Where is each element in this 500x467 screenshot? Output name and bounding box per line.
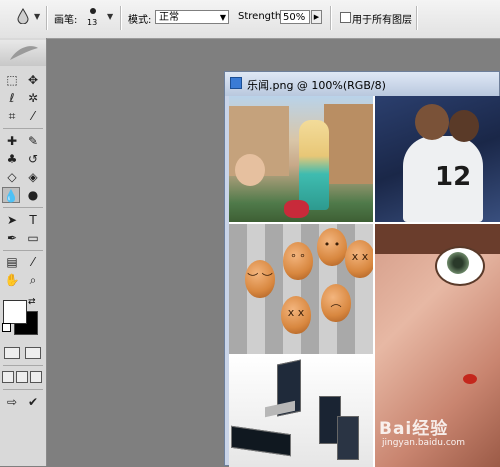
toolbox: ⬚ ✥ ℓ ✲ ⌗ ⁄ ✚ ✎ ♣ ↺ ◇ ◈ 💧 ● ➤ T ✒ ▭ ▤ ⁄ … — [0, 38, 47, 466]
slice-tool-icon[interactable]: ⁄ — [24, 108, 42, 124]
pen-tool-icon[interactable]: ✒ — [3, 230, 21, 246]
zoom-tool-icon[interactable]: ⌕ — [24, 272, 42, 288]
notes-tool-icon[interactable]: ▤ — [3, 254, 21, 270]
jersey-number-graphic: 12 — [435, 162, 472, 192]
eyedropper-icon[interactable]: ⁄ — [24, 254, 42, 270]
document-title-bar[interactable]: 乐闻.png @ 100%(RGB/8) — [225, 72, 499, 96]
image-canvas[interactable]: 12 ︶ ︶ ° ° • • x x x x ︵ Bai经验 jingyan.b… — [229, 96, 500, 467]
divider — [3, 128, 43, 129]
brush-preview-icon[interactable] — [90, 8, 96, 14]
feather-icon — [10, 46, 38, 60]
marquee-tool-icon[interactable]: ⬚ — [3, 72, 21, 88]
egg-shape: x x — [281, 296, 311, 334]
separator — [120, 6, 122, 30]
hair-shape — [375, 224, 500, 254]
divider — [3, 389, 43, 390]
all-layers-label: 用于所有图层 — [352, 15, 412, 26]
document-title: 乐闻.png @ 100%(RGB/8) — [247, 79, 386, 92]
healing-brush-icon[interactable]: ✚ — [3, 133, 21, 149]
swap-colors-icon[interactable]: ⇄ — [28, 297, 36, 307]
separator — [416, 6, 418, 30]
photo-eggs: ︶ ︶ ° ° • • x x x x ︵ — [229, 224, 373, 354]
jump-to-imageready-icon[interactable]: ⇨ — [3, 394, 21, 410]
egg-shape: • • — [317, 228, 347, 266]
brush-tool-icon[interactable]: ✎ — [24, 133, 42, 149]
player-head — [449, 110, 479, 142]
watermark-brand: Bai经验 — [379, 419, 449, 439]
history-brush-icon[interactable]: ↺ — [24, 151, 42, 167]
photoshop-doc-icon — [230, 77, 242, 89]
clone-stamp-icon[interactable]: ♣ — [3, 151, 21, 167]
photo-phones — [229, 356, 373, 467]
egg-shape: ︶ ︶ — [245, 260, 275, 298]
tool-preset-dropdown-icon[interactable]: ▼ — [34, 12, 40, 21]
mode-select[interactable]: 正常 ▼ — [155, 10, 229, 24]
phone-shape — [337, 416, 359, 460]
divider — [3, 207, 43, 208]
lasso-tool-icon[interactable]: ℓ — [3, 90, 21, 106]
toolbox-header[interactable] — [0, 40, 46, 66]
phone-shape — [231, 425, 291, 457]
photo-outdoor-people — [229, 96, 373, 222]
photo-football-players: 12 — [375, 96, 500, 222]
egg-shape: x x — [345, 240, 373, 278]
egg-shape: ° ° — [283, 242, 313, 280]
brush-picker-dropdown-icon[interactable]: ▼ — [107, 12, 113, 21]
smudge-tool-icon[interactable] — [16, 8, 30, 24]
all-layers-checkbox[interactable] — [340, 12, 351, 23]
move-tool-icon[interactable]: ✥ — [24, 72, 42, 88]
standard-mode-button[interactable] — [4, 347, 20, 359]
person-face — [235, 154, 265, 186]
divider — [3, 365, 43, 366]
flowers-shape — [284, 200, 309, 218]
separator — [46, 6, 48, 30]
mode-value: 正常 — [159, 12, 179, 23]
screen-mode-standard-icon[interactable] — [2, 371, 14, 383]
foreground-color-swatch[interactable] — [3, 300, 27, 324]
dodge-tool-icon[interactable]: ● — [24, 187, 42, 203]
eraser-tool-icon[interactable]: ◇ — [3, 169, 21, 185]
screen-mode-full-icon[interactable] — [30, 371, 42, 383]
watermark-url: jingyan.baidu.com — [382, 438, 466, 448]
shape-tool-icon[interactable]: ▭ — [24, 230, 42, 246]
path-selection-icon[interactable]: ➤ — [3, 212, 21, 228]
type-tool-icon[interactable]: T — [24, 212, 42, 228]
strength-label: Strength: — [238, 11, 285, 22]
strength-slider-button[interactable]: ▶ — [311, 10, 322, 24]
divider — [3, 250, 43, 251]
options-bar: ▼ 画笔: 13 ▼ 模式: 正常 ▼ Strength: 50% ▶ 用于所有… — [0, 0, 500, 39]
screen-mode-menubar-icon[interactable] — [16, 371, 28, 383]
eye-iris — [447, 252, 469, 274]
player-head — [415, 104, 449, 140]
strength-value: 50% — [283, 12, 306, 23]
checkmark-icon[interactable]: ✔ — [24, 394, 42, 410]
default-colors-icon[interactable] — [2, 323, 11, 332]
strength-input[interactable]: 50% — [280, 10, 310, 24]
building-shape — [324, 104, 373, 184]
brush-label: 画笔: — [54, 15, 78, 26]
document-window: 乐闻.png @ 100%(RGB/8) 12 ︶ ︶ ° ° • • x x … — [224, 71, 500, 467]
ladybug-icon — [463, 374, 477, 384]
egg-shape: ︵ — [321, 284, 351, 322]
magic-wand-icon[interactable]: ✲ — [24, 90, 42, 106]
separator — [330, 6, 332, 30]
hand-tool-icon[interactable]: ✋ — [3, 272, 21, 288]
brush-size: 13 — [87, 18, 98, 27]
person-figure — [299, 120, 329, 210]
paint-bucket-icon[interactable]: ◈ — [24, 169, 42, 185]
smudge-tool-icon[interactable]: 💧 — [2, 187, 20, 203]
crop-tool-icon[interactable]: ⌗ — [3, 108, 21, 124]
mode-label: 模式: — [128, 15, 152, 26]
quick-mask-mode-button[interactable] — [25, 347, 41, 359]
chevron-down-icon: ▼ — [219, 13, 226, 22]
